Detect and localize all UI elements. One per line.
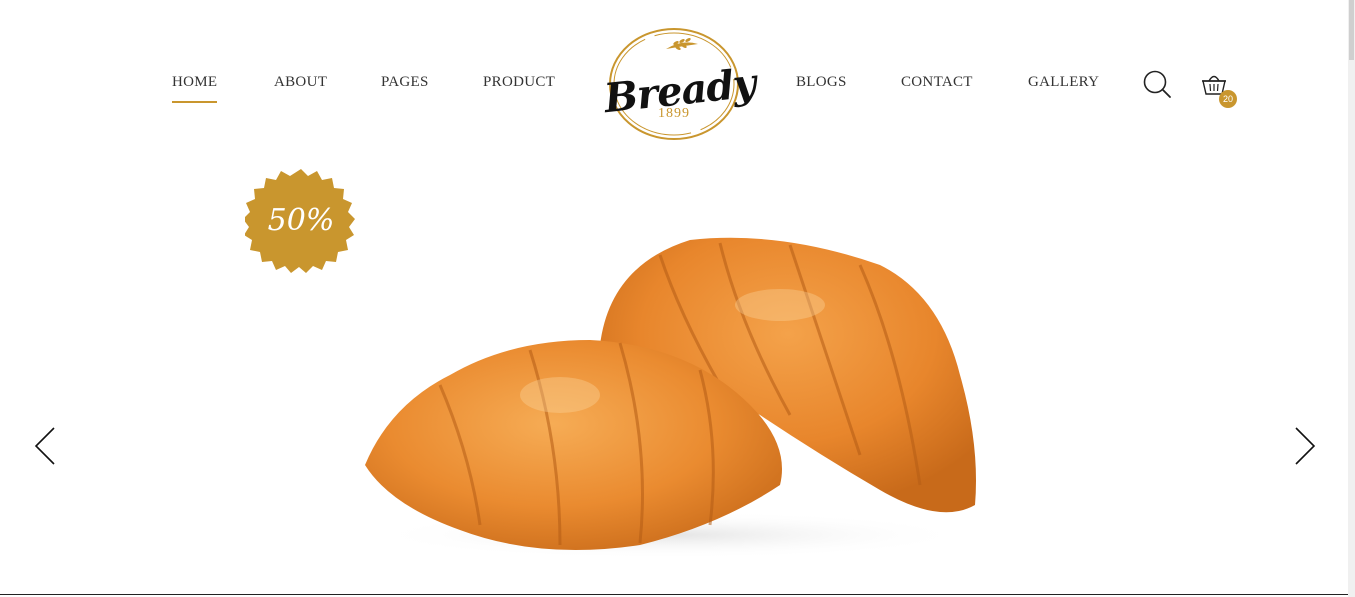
section-divider [0, 594, 1350, 595]
scrollbar-thumb[interactable] [1349, 0, 1354, 60]
chevron-left-icon[interactable] [33, 426, 57, 466]
nav-about[interactable]: ABOUT [274, 74, 327, 91]
discount-badge-text: 50% [267, 203, 335, 238]
nav-gallery[interactable]: GALLERY [1028, 74, 1099, 91]
cart-count-badge: 20 [1219, 90, 1237, 108]
nav-product[interactable]: PRODUCT [483, 74, 555, 91]
croissants-image [360, 225, 985, 560]
wheat-icon [666, 38, 698, 50]
active-nav-underline [172, 101, 217, 103]
chevron-right-icon[interactable] [1293, 426, 1317, 466]
nav-blogs[interactable]: BLOGS [796, 74, 847, 91]
discount-badge: 50% [243, 167, 357, 279]
page-scrollbar[interactable] [1348, 0, 1355, 597]
main-navigation: HOME ABOUT PAGES PRODUCT Bready 1899 BLO… [0, 0, 1355, 160]
nav-home[interactable]: HOME [172, 74, 217, 91]
search-icon[interactable] [1142, 69, 1172, 99]
site-logo[interactable]: Bready 1899 [602, 24, 757, 144]
nav-contact[interactable]: CONTACT [901, 74, 973, 91]
nav-pages[interactable]: PAGES [381, 74, 429, 91]
logo-year: 1899 [658, 106, 690, 121]
